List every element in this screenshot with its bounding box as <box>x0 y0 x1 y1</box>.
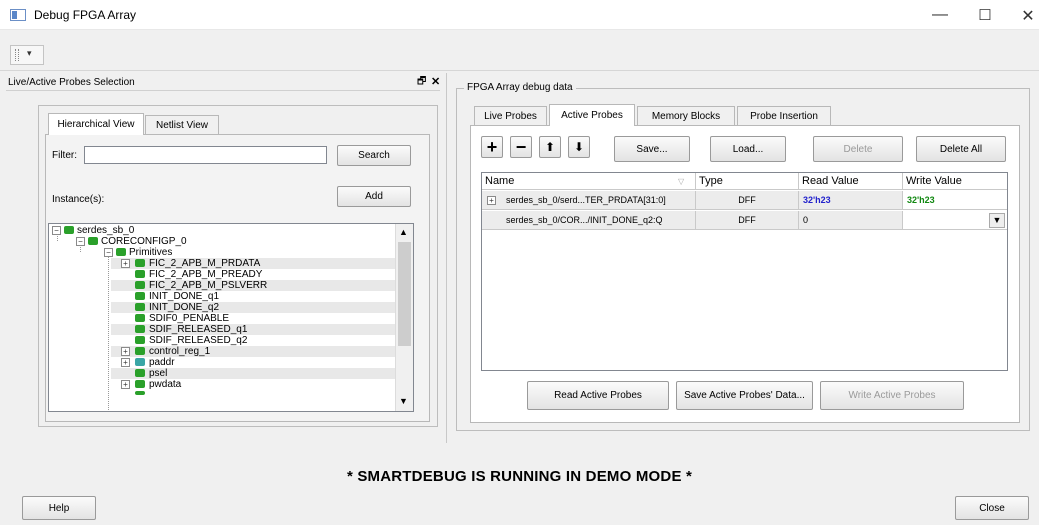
fpga-debug-group-title: FPGA Array debug data <box>464 82 576 93</box>
delete-all-button[interactable]: Delete All <box>916 136 1006 162</box>
tab-hierarchical-view[interactable]: Hierarchical View <box>48 113 144 135</box>
close-panel-icon[interactable]: ✕ <box>431 75 440 88</box>
column-header-read-value[interactable]: Read Value <box>799 173 903 190</box>
close-button[interactable]: Close <box>955 496 1029 520</box>
float-panel-icon[interactable]: 🗗 <box>417 74 426 91</box>
type-cell: DFF <box>696 191 799 210</box>
column-header-write-value[interactable]: Write Value <box>903 173 1007 190</box>
write-value-cell[interactable]: 32'h23 <box>903 191 1007 210</box>
panel-splitter[interactable] <box>446 73 447 443</box>
tree-node[interactable]: INIT_DONE_q1 <box>111 291 395 302</box>
save-button[interactable]: Save... <box>614 136 690 162</box>
app-icon <box>10 9 26 21</box>
close-window-button[interactable]: ✕ <box>1013 6 1039 26</box>
expand-icon[interactable]: + <box>487 196 496 205</box>
column-header-name[interactable]: Name ▽ <box>482 173 696 190</box>
filter-input[interactable] <box>84 146 327 164</box>
tab-active-probes[interactable]: Active Probes <box>549 104 635 126</box>
tree-scrollbar[interactable]: ▲ ▼ <box>395 224 413 411</box>
tree-node[interactable]: − Primitives <box>49 247 395 258</box>
search-button[interactable]: Search <box>337 145 411 166</box>
probe-table: Name ▽ Type Read Value Write Value + ser… <box>481 172 1008 371</box>
tab-probe-insertion[interactable]: Probe Insertion <box>737 106 831 126</box>
scroll-up-icon[interactable]: ▲ <box>399 227 408 237</box>
read-value-cell: 32'h23 <box>799 191 903 210</box>
add-button[interactable]: Add <box>337 186 411 207</box>
toolbar: ▾ <box>10 45 44 65</box>
table-row[interactable]: + serdes_sb_0/serd...TER_PRDATA[31:0] <box>482 191 696 210</box>
type-cell: DFF <box>696 211 799 230</box>
toolbar-grip-icon[interactable] <box>15 49 19 61</box>
demo-mode-banner: * SMARTDEBUG IS RUNNING IN DEMO MODE * <box>346 468 693 485</box>
move-down-icon[interactable]: ⬇ <box>568 136 590 158</box>
tree-node[interactable]: FIC_2_APB_M_PSLVERR <box>111 280 395 291</box>
remove-probe-icon[interactable]: − <box>510 136 532 158</box>
tab-live-probes[interactable]: Live Probes <box>474 106 547 126</box>
tree-node[interactable]: + paddr <box>111 357 395 368</box>
filter-label: Filter: <box>52 150 77 161</box>
tree-node[interactable]: SDIF_RELEASED_q1 <box>111 324 395 335</box>
scroll-down-icon[interactable]: ▼ <box>399 396 408 406</box>
scroll-thumb[interactable] <box>398 242 411 346</box>
load-button[interactable]: Load... <box>710 136 786 162</box>
table-row[interactable]: serdes_sb_0/COR.../INIT_DONE_q2:Q <box>482 211 696 230</box>
delete-button[interactable]: Delete <box>813 136 903 162</box>
tree-node-partial[interactable] <box>111 390 395 400</box>
tree-node[interactable]: INIT_DONE_q2 <box>111 302 395 313</box>
tree-node[interactable]: − serdes_sb_0 <box>49 225 395 236</box>
window-title-bar: Debug FPGA Array — ☐ ✕ <box>0 0 1039 30</box>
write-value-select[interactable]: ▼ <box>903 211 1007 230</box>
tree-node[interactable]: + FIC_2_APB_M_PRDATA <box>111 258 395 269</box>
window-title: Debug FPGA Array <box>34 8 137 22</box>
tab-memory-blocks[interactable]: Memory Blocks <box>637 106 735 126</box>
tree-node[interactable]: SDIF_RELEASED_q2 <box>111 335 395 346</box>
tree-node[interactable]: − CORECONFIGP_0 <box>49 236 395 247</box>
help-button[interactable]: Help <box>22 496 96 520</box>
minimize-button[interactable]: — <box>925 6 955 24</box>
tree-node[interactable]: + pwdata <box>111 379 395 390</box>
divider <box>6 90 440 91</box>
tree-node[interactable]: FIC_2_APB_M_PREADY <box>111 269 395 280</box>
instances-label: Instance(s): <box>52 194 105 205</box>
tree-node[interactable]: + control_reg_1 <box>111 346 395 357</box>
divider <box>0 70 1039 71</box>
read-value-cell: 0 <box>799 211 903 230</box>
toolbar-dropdown-icon[interactable]: ▾ <box>27 48 32 59</box>
add-probe-icon[interactable]: + <box>481 136 503 158</box>
instance-tree[interactable]: − serdes_sb_0 − CORECONFIGP_0 − Primitiv… <box>48 223 414 412</box>
write-active-probes-button[interactable]: Write Active Probes <box>820 381 964 410</box>
tree-node[interactable]: psel <box>111 368 395 379</box>
column-header-type[interactable]: Type <box>696 173 799 190</box>
read-active-probes-button[interactable]: Read Active Probes <box>527 381 669 410</box>
save-active-probes-data-button[interactable]: Save Active Probes' Data... <box>676 381 813 410</box>
tab-netlist-view[interactable]: Netlist View <box>145 115 219 135</box>
chevron-down-icon[interactable]: ▼ <box>989 213 1005 228</box>
move-up-icon[interactable]: ⬆ <box>539 136 561 158</box>
tree-node[interactable]: SDIF0_PENABLE <box>111 313 395 324</box>
left-panel-title: Live/Active Probes Selection <box>8 77 135 88</box>
maximize-button[interactable]: ☐ <box>970 6 1000 24</box>
